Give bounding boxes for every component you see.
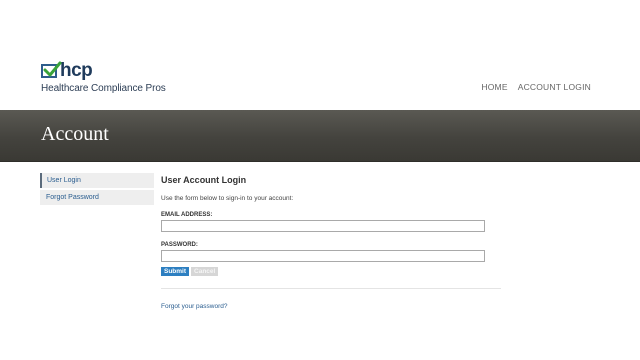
nav-home-link[interactable]: HOME bbox=[481, 82, 507, 92]
login-panel: User Account Login Use the form below to… bbox=[161, 175, 501, 313]
sidebar-item-user-login[interactable]: User Login bbox=[40, 173, 154, 188]
email-label: EMAIL ADDRESS: bbox=[161, 212, 213, 218]
logo[interactable]: hcp Healthcare Compliance Pros bbox=[41, 60, 166, 94]
page-title: Account bbox=[41, 123, 109, 145]
password-label: PASSWORD: bbox=[161, 242, 198, 248]
password-field[interactable] bbox=[161, 250, 485, 262]
sidebar-item-forgot-password[interactable]: Forgot Password bbox=[40, 190, 154, 205]
site-header: hcp Healthcare Compliance Pros HOME ACCO… bbox=[0, 0, 640, 110]
form-buttons: Submit Cancel bbox=[161, 267, 501, 276]
logo-wordmark: hcp bbox=[60, 60, 93, 81]
login-intro: Use the form below to sign-in to your ac… bbox=[161, 195, 294, 202]
sidebar: User Login Forgot Password bbox=[40, 173, 154, 207]
cancel-button[interactable]: Cancel bbox=[191, 267, 219, 276]
logo-mark: hcp bbox=[41, 60, 166, 81]
submit-button[interactable]: Submit bbox=[161, 267, 190, 276]
login-heading: User Account Login bbox=[161, 175, 247, 185]
checkbox-icon bbox=[41, 61, 62, 78]
top-nav: HOME ACCOUNT LOGIN bbox=[481, 82, 591, 92]
page-banner: Account bbox=[0, 110, 640, 162]
divider bbox=[161, 288, 501, 289]
email-field[interactable] bbox=[161, 220, 485, 232]
forgot-password-link[interactable]: Forgot your password? bbox=[161, 303, 227, 310]
nav-account-login-link[interactable]: ACCOUNT LOGIN bbox=[518, 82, 591, 92]
logo-tagline: Healthcare Compliance Pros bbox=[41, 83, 166, 94]
